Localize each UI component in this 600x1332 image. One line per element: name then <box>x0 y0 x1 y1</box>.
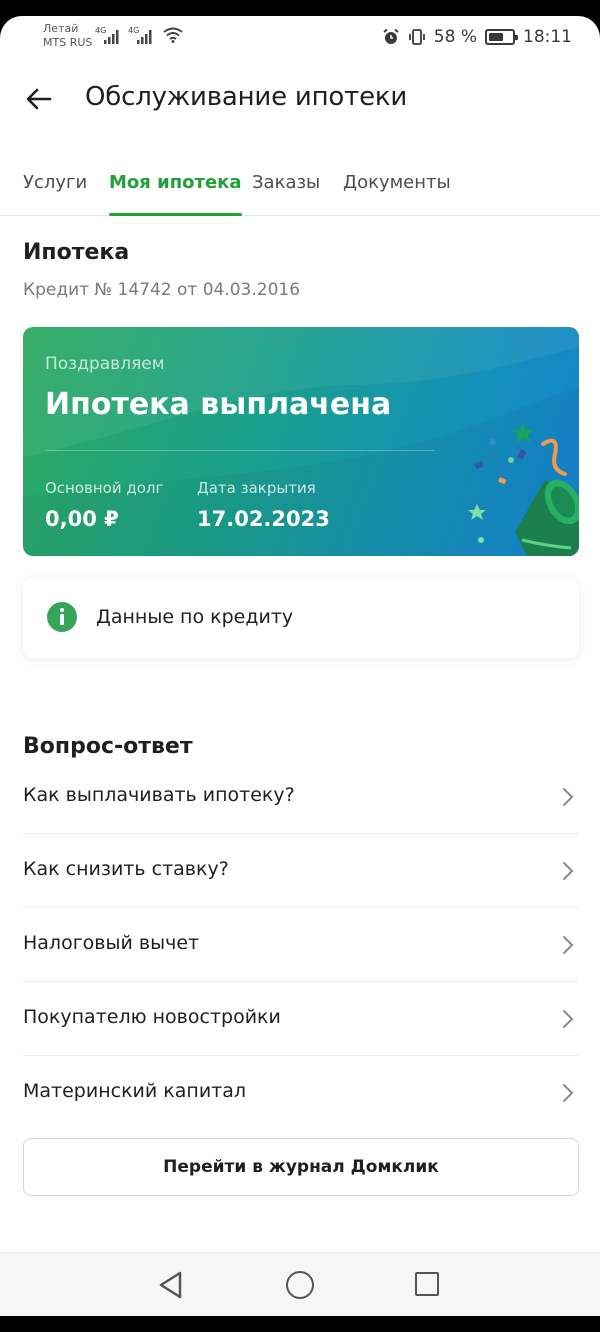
battery-percent: 58 % <box>433 27 477 47</box>
carrier-line2: MTS RUS <box>43 36 93 49</box>
close-date-value: 17.02.2023 <box>197 507 330 531</box>
card-headline: Ипотека выплачена <box>45 387 392 422</box>
status-bar: Летай MTS RUS 4G 4G 58 % 18:11 <box>0 16 600 60</box>
chevron-right-icon <box>563 936 574 954</box>
faq-item-label: Как выплачивать ипотеку? <box>23 784 295 806</box>
page-title: Обслуживание ипотеки <box>85 82 408 112</box>
loan-subtitle: Кредит № 14742 от 04.03.2016 <box>23 280 301 300</box>
app-screen: Летай MTS RUS 4G 4G 58 % 18:11 Обслужива… <box>0 16 600 1316</box>
journal-button[interactable]: Перейти в журнал Домклик <box>23 1138 579 1196</box>
card-congrats: Поздравляем <box>45 354 165 374</box>
principal-label: Основной долг <box>45 479 164 497</box>
faq-list: Как выплачивать ипотеку? Как снизить ста… <box>23 760 578 1130</box>
nav-recents-icon[interactable] <box>415 1272 439 1296</box>
tab-services[interactable]: Услуги <box>23 172 87 216</box>
status-right: 58 % 18:11 <box>382 27 572 47</box>
tab-documents[interactable]: Документы <box>343 172 451 216</box>
chevron-right-icon <box>563 1084 574 1102</box>
faq-title: Вопрос-ответ <box>23 734 193 759</box>
loan-data-label: Данные по кредиту <box>96 606 294 628</box>
faq-item-label: Материнский капитал <box>23 1080 247 1102</box>
clock: 18:11 <box>523 27 572 47</box>
vibrate-icon <box>408 29 425 45</box>
info-icon <box>47 602 77 632</box>
carrier-info: Летай MTS RUS <box>43 22 92 50</box>
tab-my-mortgage[interactable]: Моя ипотека <box>109 172 242 216</box>
close-date-label: Дата закрытия <box>197 479 316 497</box>
faq-item-label: Налоговый вычет <box>23 932 200 954</box>
party-popper-icon <box>468 422 579 556</box>
nav-back-icon[interactable] <box>158 1271 184 1299</box>
loan-section-title: Ипотека <box>23 240 130 265</box>
back-arrow-icon[interactable] <box>24 84 54 114</box>
wifi-icon <box>163 27 183 43</box>
faq-item-maternity-capital[interactable]: Материнский капитал <box>23 1056 578 1130</box>
chevron-right-icon <box>563 1010 574 1028</box>
tab-bar: Услуги Моя ипотека Заказы Документы <box>0 168 600 216</box>
faq-item-tax-deduction[interactable]: Налоговый вычет <box>23 908 578 982</box>
faq-item-new-building[interactable]: Покупателю новостройки <box>23 982 578 1056</box>
app-header: Обслуживание ипотеки <box>0 76 600 122</box>
faq-item-how-to-pay[interactable]: Как выплачивать ипотеку? <box>23 760 578 834</box>
faq-item-label: Покупателю новостройки <box>23 1006 281 1028</box>
carrier-line1: Летай <box>43 22 79 35</box>
tab-orders[interactable]: Заказы <box>252 172 320 216</box>
faq-item-lower-rate[interactable]: Как снизить ставку? <box>23 834 578 908</box>
chevron-right-icon <box>563 862 574 880</box>
principal-value: 0,00 ₽ <box>45 507 119 531</box>
system-nav-bar <box>0 1252 600 1316</box>
mortgage-paid-card: Поздравляем Ипотека выплачена Основной д… <box>23 327 579 556</box>
alarm-icon <box>383 28 399 44</box>
nav-home-icon[interactable] <box>286 1271 314 1299</box>
battery-icon <box>485 29 518 45</box>
card-divider <box>45 450 435 451</box>
faq-item-label: Как снизить ставку? <box>23 858 229 880</box>
loan-data-tile[interactable]: Данные по кредиту <box>23 578 579 658</box>
chevron-right-icon <box>563 788 574 806</box>
